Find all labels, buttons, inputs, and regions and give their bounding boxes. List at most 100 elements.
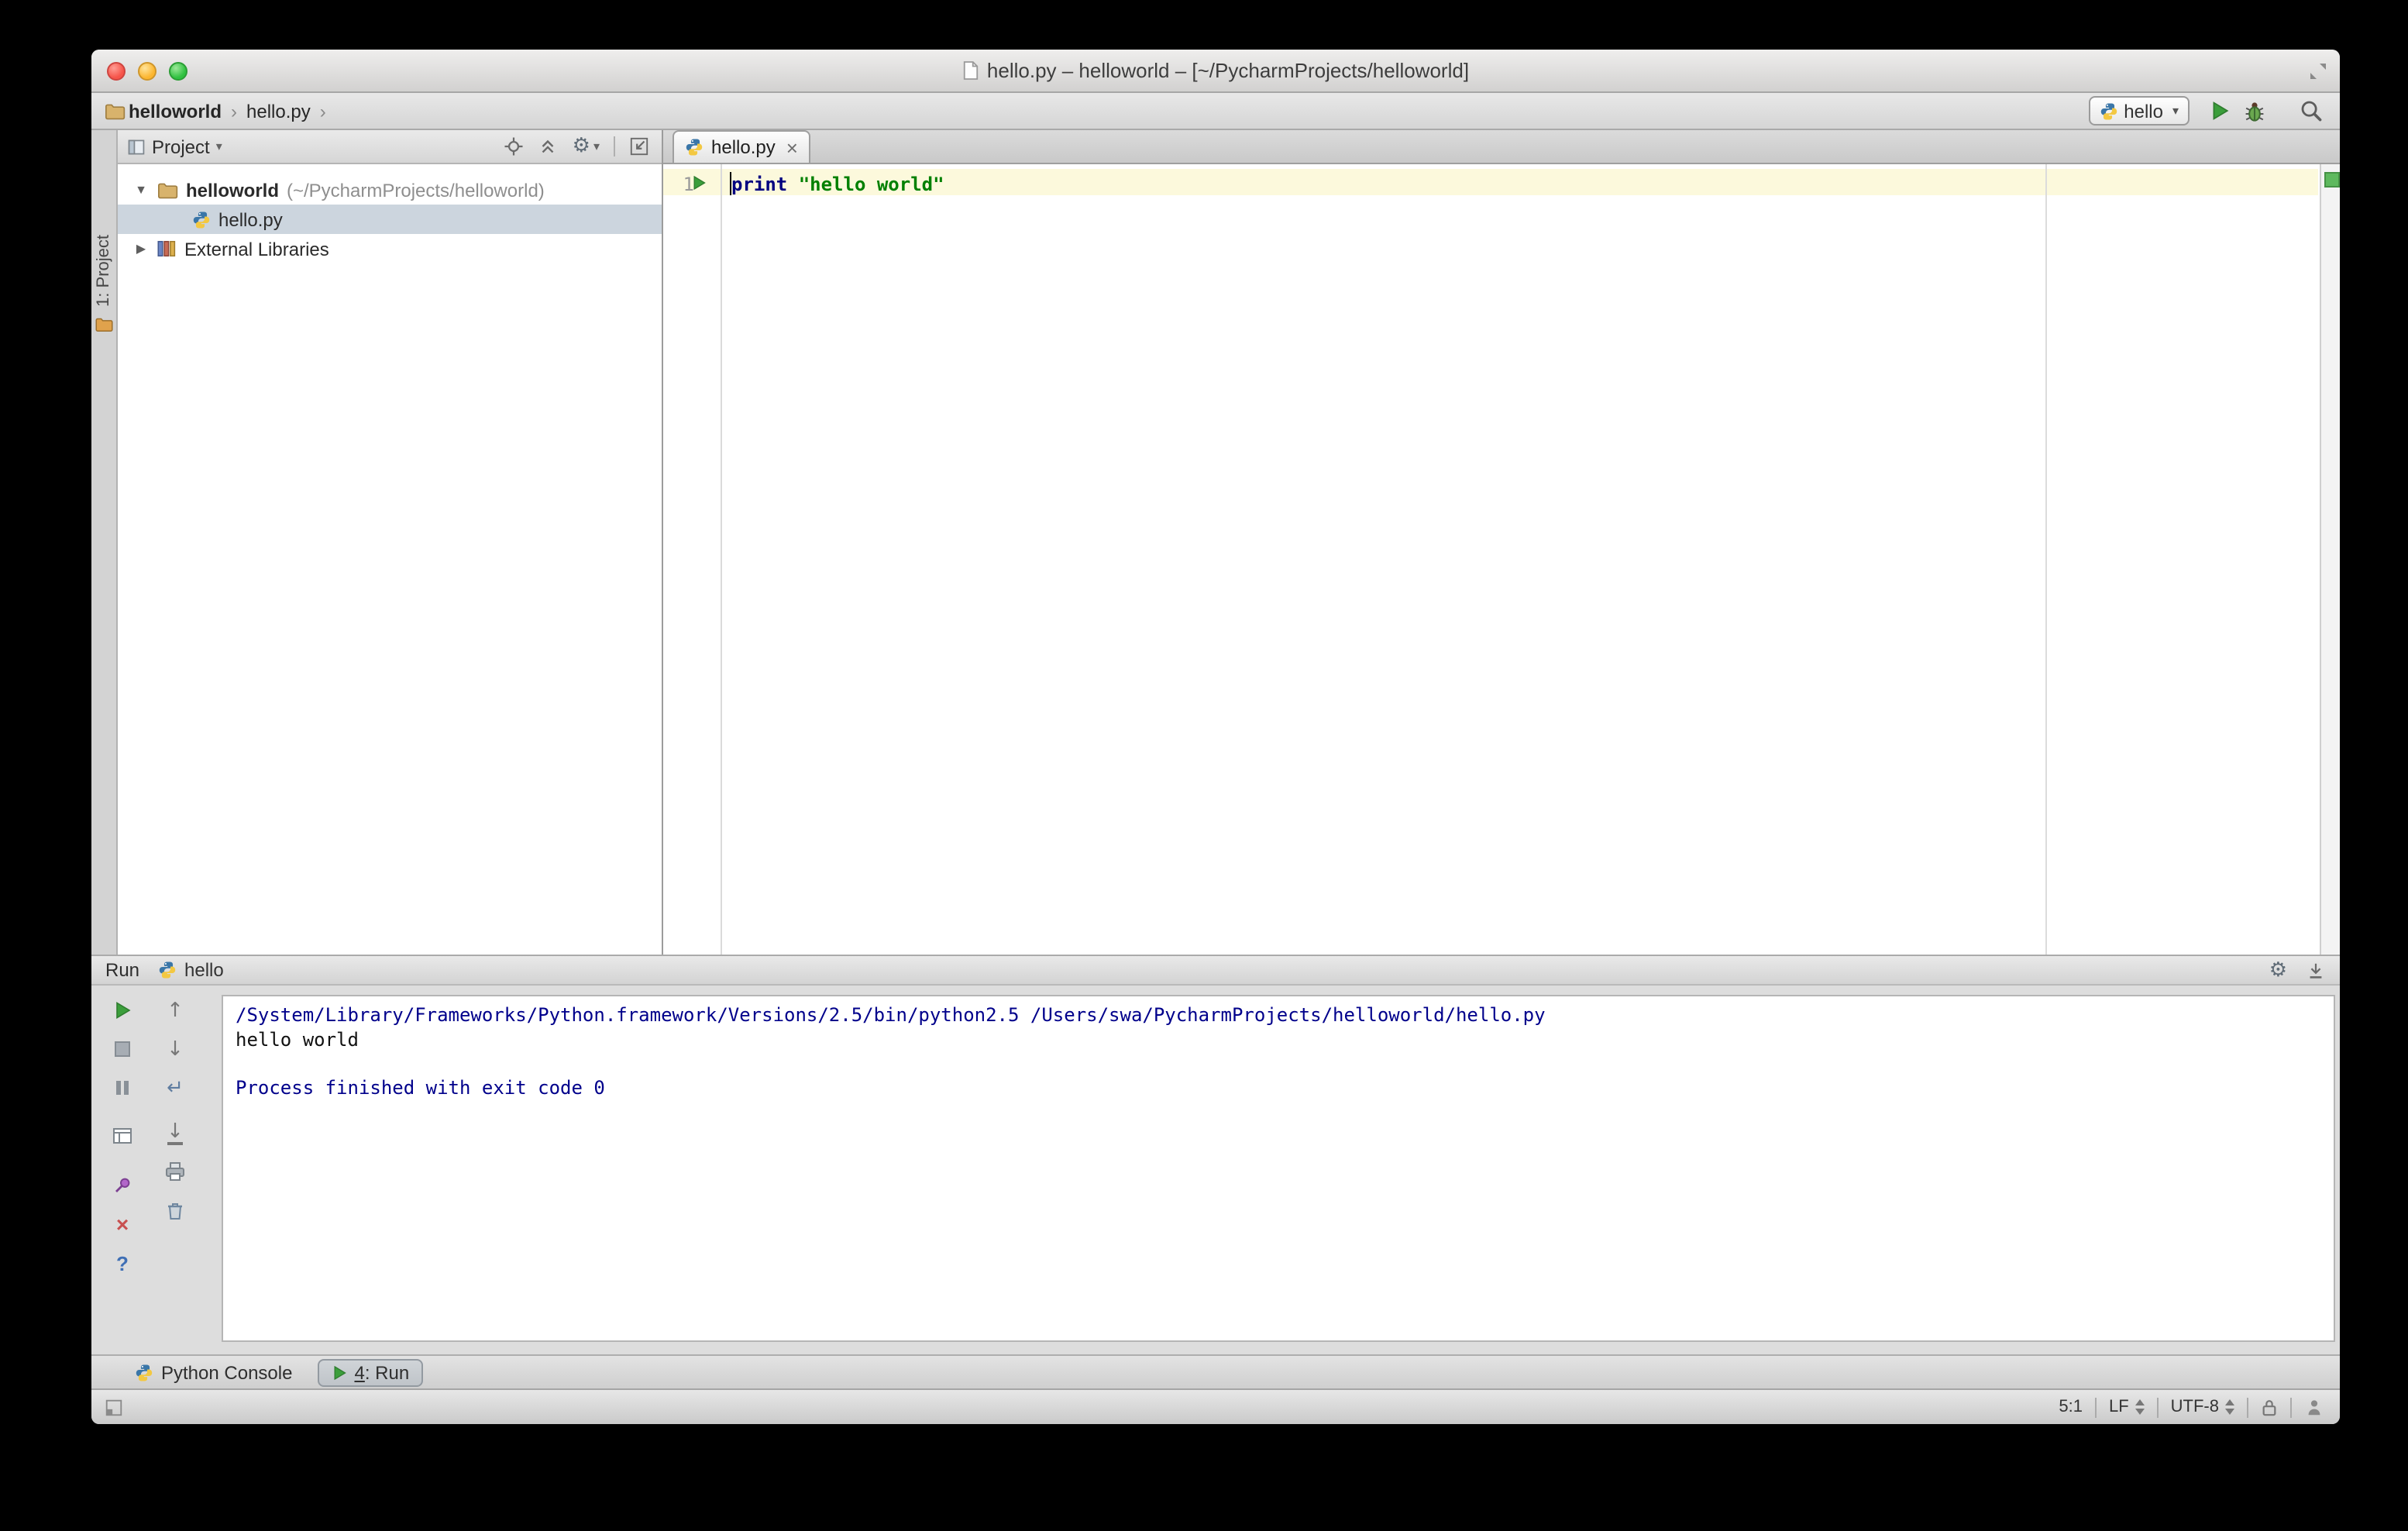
collapse-all-icon[interactable] (538, 136, 559, 157)
caret-position-value: 5:1 (2059, 1398, 2083, 1416)
locate-icon[interactable] (504, 136, 525, 157)
folder-icon (105, 103, 126, 119)
restore-layout-button[interactable] (110, 1123, 135, 1148)
run-icon (333, 1364, 346, 1380)
pycharm-window: hello.py – helloworld – [~/PycharmProjec… (91, 50, 2340, 1424)
status-bar: 5:1 LF UTF-8 (91, 1388, 2340, 1424)
minimize-window-button[interactable] (138, 62, 157, 81)
breadcrumb-file[interactable]: hello.py (246, 100, 311, 122)
tree-row-external-libraries[interactable]: ▶ External Libraries (118, 234, 662, 263)
gear-icon: ⚙ (572, 135, 590, 158)
project-panel-header: Project ▾ ⚙ ▾ (118, 130, 662, 164)
python-console-label: Python Console (161, 1361, 293, 1383)
run-tool-window: Run hello ⚙ × ? ↑ ↓ ↵ ↓ /System/Library/… (91, 955, 2340, 1354)
console-toolbar: ↑ ↓ ↵ ↓ (153, 998, 197, 1223)
project-stripe-button[interactable]: 1: Project (95, 235, 113, 307)
scroll-to-end-icon: ↓ (167, 1120, 184, 1144)
tree-row-hello-py[interactable]: hello.py (118, 205, 662, 234)
run-configuration-select[interactable]: hello ▾ (2088, 96, 2190, 126)
chevron-down-icon: ▾ (2172, 104, 2179, 118)
python-console-button[interactable]: Python Console (135, 1361, 292, 1383)
run-panel-header: Run hello ⚙ (91, 955, 2340, 986)
help-button[interactable]: ? (110, 1251, 135, 1275)
soft-wrap-button[interactable]: ↵ (163, 1075, 187, 1100)
search-icon[interactable] (2300, 99, 2323, 122)
highlighting-level-widget[interactable] (2292, 1397, 2327, 1417)
tree-collapsed-icon[interactable]: ▶ (133, 242, 149, 256)
run-tab-label: : Run (364, 1361, 410, 1383)
hide-panel-icon[interactable] (629, 136, 649, 157)
fullscreen-icon[interactable] (2309, 62, 2327, 81)
hide-panel-icon[interactable] (2306, 960, 2326, 980)
line-separator-value: LF (2108, 1398, 2129, 1416)
code-keyword: print (731, 174, 788, 195)
run-button[interactable] (2210, 101, 2230, 121)
project-view-select[interactable]: Project ▾ (127, 136, 222, 157)
folder-icon (158, 182, 178, 198)
code-line-1[interactable]: print "hello world" (731, 174, 944, 195)
run-line-marker-icon[interactable] (691, 175, 707, 191)
settings-menu-button[interactable]: ⚙ ▾ (573, 136, 600, 157)
scroll-to-end-button[interactable]: ↓ (163, 1120, 187, 1145)
readonly-lock-widget[interactable] (2248, 1397, 2290, 1417)
toolwindow-grip-icon[interactable] (104, 1397, 124, 1417)
tree-expanded-icon[interactable]: ▼ (133, 183, 149, 197)
editor-zone: hello.py × 1 print "hello world" (663, 130, 2340, 955)
print-button[interactable] (163, 1159, 187, 1184)
close-window-button[interactable] (107, 62, 126, 81)
libraries-icon (157, 240, 176, 257)
tree-file-name: hello.py (218, 208, 283, 230)
updown-chevron-icon (2135, 1399, 2145, 1415)
rerun-button[interactable] (110, 998, 135, 1023)
navigation-bar: helloworld › hello.py › hello ▾ (91, 93, 2340, 130)
code-editor[interactable]: 1 print "hello world" (663, 164, 2340, 955)
run-tool-window-button[interactable]: 4: Run (317, 1358, 424, 1386)
panel-icon (128, 139, 145, 154)
tab-label: hello.py (711, 136, 776, 158)
line-separator-widget[interactable]: LF (2097, 1398, 2157, 1416)
project-root-name: helloworld (186, 179, 279, 201)
project-panel: Project ▾ ⚙ ▾ ▼ helloworld (~/PycharmPro… (118, 130, 663, 955)
run-console-output[interactable]: /System/Library/Frameworks/Python.framew… (222, 995, 2335, 1342)
main-area: 1: Project Project ▾ ⚙ ▾ ▼ helloworld (~… (91, 130, 2340, 955)
updown-chevron-icon (2225, 1399, 2234, 1415)
desktop: hello.py – helloworld – [~/PycharmProjec… (0, 0, 2408, 1531)
zoom-window-button[interactable] (169, 62, 187, 81)
title-bar[interactable]: hello.py – helloworld – [~/PycharmProjec… (91, 50, 2340, 93)
project-tool-window-icon[interactable] (95, 316, 113, 333)
python-icon (136, 1364, 153, 1381)
run-panel-title: Run (105, 959, 140, 981)
caret-position-widget[interactable]: 5:1 (2046, 1398, 2095, 1416)
tab-hello-py[interactable]: hello.py × (673, 130, 810, 163)
close-tab-button[interactable]: × (110, 1212, 135, 1237)
gutter-divider (721, 164, 722, 955)
error-stripe (2320, 164, 2340, 955)
run-tab-number: 4 (354, 1361, 365, 1383)
console-line-command: /System/Library/Frameworks/Python.framew… (236, 1004, 1546, 1026)
tree-row-project-root[interactable]: ▼ helloworld (~/PycharmProjects/hellowor… (118, 175, 662, 205)
gear-icon[interactable]: ⚙ (2269, 960, 2287, 980)
inspection-status-indicator[interactable] (2324, 172, 2340, 188)
console-line-stdout: hello world (236, 1028, 359, 1050)
close-tab-icon[interactable]: × (786, 137, 798, 157)
down-stack-trace-button[interactable]: ↓ (163, 1037, 187, 1061)
run-panel-body: × ? ↑ ↓ ↵ ↓ /System/Library/Frameworks/P… (91, 986, 2340, 1354)
pin-tab-button[interactable] (110, 1173, 135, 1198)
chevron-right-icon: › (231, 100, 237, 122)
encoding-widget[interactable]: UTF-8 (2159, 1398, 2247, 1416)
debug-bug-icon[interactable] (2244, 100, 2265, 122)
project-panel-toolbar: ⚙ ▾ (504, 136, 649, 157)
up-stack-trace-button[interactable]: ↑ (163, 998, 187, 1023)
project-tree: ▼ helloworld (~/PycharmProjects/hellowor… (118, 164, 662, 263)
python-file-icon (193, 211, 210, 228)
breadcrumb-project[interactable]: helloworld (129, 100, 222, 122)
pause-output-button[interactable] (110, 1075, 135, 1100)
python-icon (2100, 102, 2117, 119)
python-file-icon (686, 139, 703, 156)
run-configuration-name: hello (2124, 100, 2163, 122)
code-string: "hello world" (787, 174, 944, 195)
window-title: hello.py – helloworld – [~/PycharmProjec… (986, 59, 1470, 82)
stop-button[interactable] (110, 1037, 135, 1061)
traffic-lights (107, 62, 187, 81)
clear-all-button[interactable] (163, 1198, 187, 1223)
